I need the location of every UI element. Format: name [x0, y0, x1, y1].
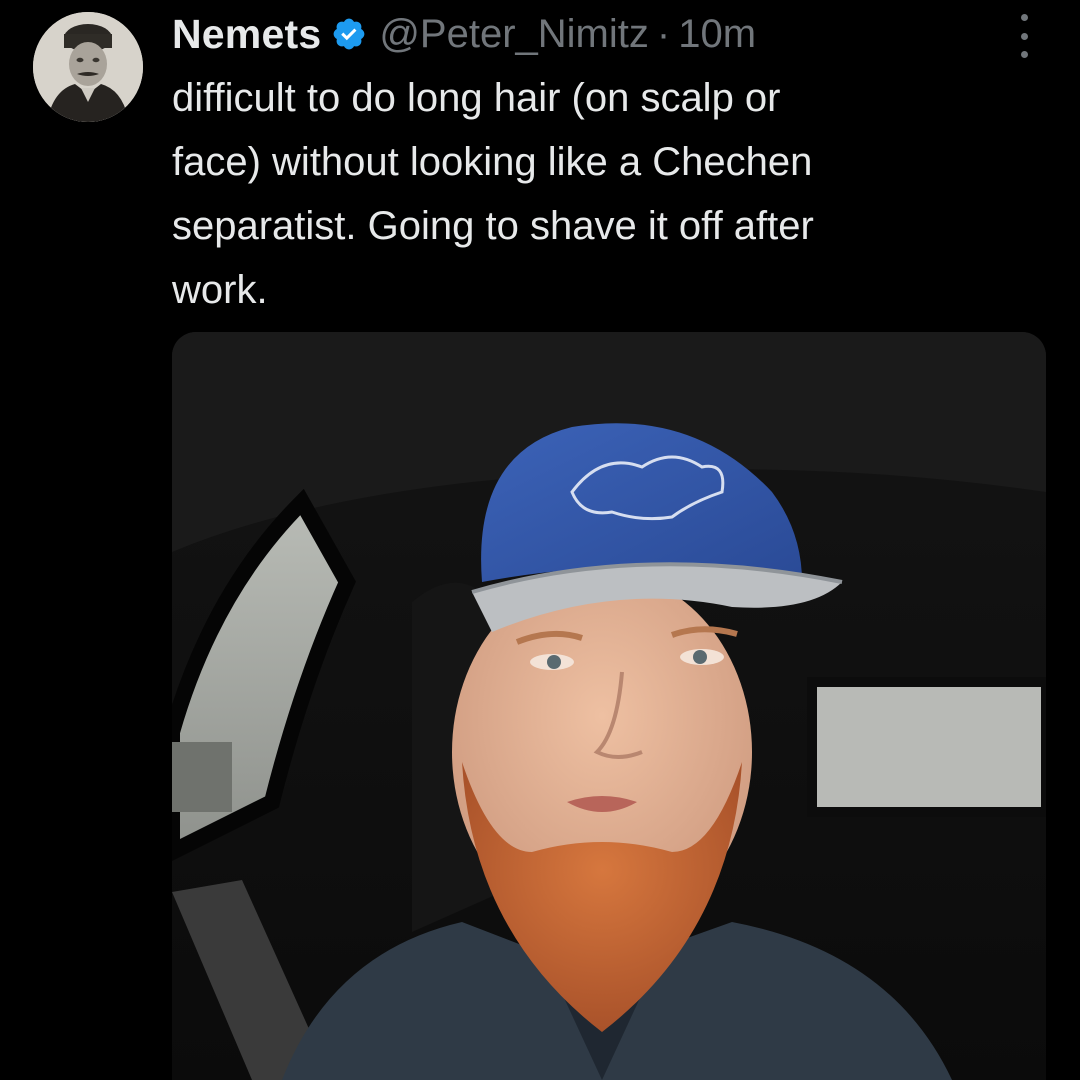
author-display-name[interactable]: Nemets: [172, 11, 321, 58]
tweet-text-line: separatist. Going to shave it off after: [172, 204, 814, 248]
tweet-text-line: face) without looking like a Chechen: [172, 140, 813, 184]
more-options-icon[interactable]: [1012, 14, 1036, 58]
tweet-text: difficult to do long hair (on scalp or f…: [172, 66, 1012, 322]
tweet-header: Nemets @Peter_Nimitz · 10m: [172, 6, 756, 62]
vintage-portrait-avatar-icon: [33, 12, 143, 122]
selfie-photo-image: [172, 332, 1046, 1080]
author-handle[interactable]: @Peter_Nimitz: [379, 12, 649, 57]
tweet[interactable]: Nemets @Peter_Nimitz · 10m difficult to …: [0, 0, 1080, 1080]
verified-badge-icon: [331, 16, 367, 52]
header-separator: ·: [656, 11, 671, 56]
tweet-timestamp[interactable]: 10m: [678, 12, 756, 57]
tweet-text-line: work.: [172, 268, 268, 312]
author-avatar[interactable]: [33, 12, 143, 122]
tweet-photo[interactable]: [172, 332, 1046, 1080]
tweet-text-line: difficult to do long hair (on scalp or: [172, 76, 781, 120]
